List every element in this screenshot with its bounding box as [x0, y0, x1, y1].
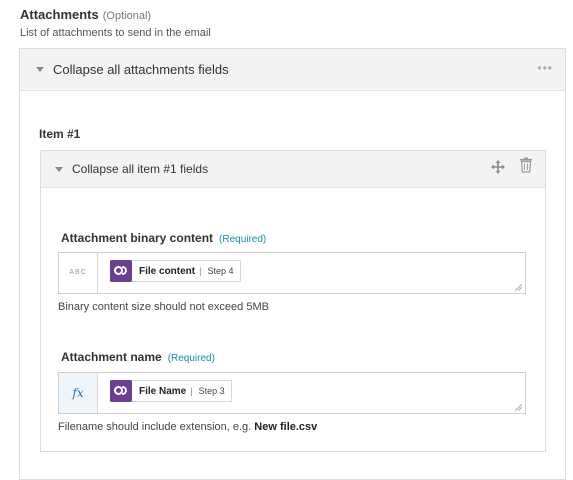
collapse-attachments-header[interactable]: Collapse all attachments fields •••	[20, 49, 565, 91]
file-name-pill[interactable]: File Name | Step 3	[110, 380, 232, 402]
optional-tag: (Optional)	[102, 10, 152, 22]
attachment-name-label: Attachment name (Required)	[61, 350, 215, 364]
pill-step: Step 3	[198, 386, 225, 396]
file-content-pill[interactable]: File content | Step 4	[110, 260, 241, 282]
required-tag: (Required)	[167, 353, 215, 364]
formula-fx-icon[interactable]: fx	[59, 373, 98, 413]
attachments-description: List of attachments to send in the email	[20, 27, 211, 39]
move-icon[interactable]	[491, 160, 505, 174]
binary-content-label-text: Attachment binary content	[61, 231, 214, 245]
attachment-name-hint-text: Filename should include extension, e.g.	[58, 421, 255, 433]
example-filename: New file.csv	[254, 421, 318, 433]
collapse-item-header[interactable]: Collapse all item #1 fields	[41, 151, 545, 188]
attachments-title: Attachments (Optional)	[20, 7, 151, 22]
attachments-panel: Collapse all attachments fields ••• Item…	[19, 48, 566, 480]
caret-down-icon	[36, 67, 44, 72]
collapse-attachments-label: Collapse all attachments fields	[53, 62, 229, 77]
trash-icon[interactable]	[519, 157, 533, 173]
step-app-icon	[110, 260, 132, 282]
binary-content-field[interactable]: ABC File content | Step 4	[58, 252, 526, 294]
resize-handle-icon[interactable]	[515, 404, 522, 411]
item-panel: Collapse all item #1 fields Attachment b…	[40, 150, 546, 452]
step-app-icon	[110, 380, 132, 402]
attachment-name-hint: Filename should include extension, e.g. …	[58, 421, 317, 433]
pill-step: Step 4	[207, 266, 234, 276]
abc-type-icon: ABC	[59, 253, 98, 293]
more-options-icon[interactable]: •••	[537, 61, 553, 75]
attachments-title-text: Attachments	[20, 7, 99, 22]
binary-content-hint: Binary content size should not exceed 5M…	[58, 301, 269, 313]
caret-down-icon	[55, 167, 63, 172]
pill-label: File content	[139, 265, 196, 277]
required-tag: (Required)	[219, 234, 267, 245]
attachment-name-label-text: Attachment name	[61, 350, 162, 364]
binary-content-label: Attachment binary content (Required)	[61, 231, 266, 245]
pill-label: File Name	[139, 385, 187, 397]
pill-separator: |	[199, 266, 202, 276]
resize-handle-icon[interactable]	[515, 284, 522, 291]
collapse-item-label: Collapse all item #1 fields	[72, 162, 209, 176]
item-title: Item #1	[39, 127, 81, 141]
pill-separator: |	[190, 386, 193, 396]
attachment-name-field[interactable]: fx File Name | Step 3	[58, 372, 526, 414]
